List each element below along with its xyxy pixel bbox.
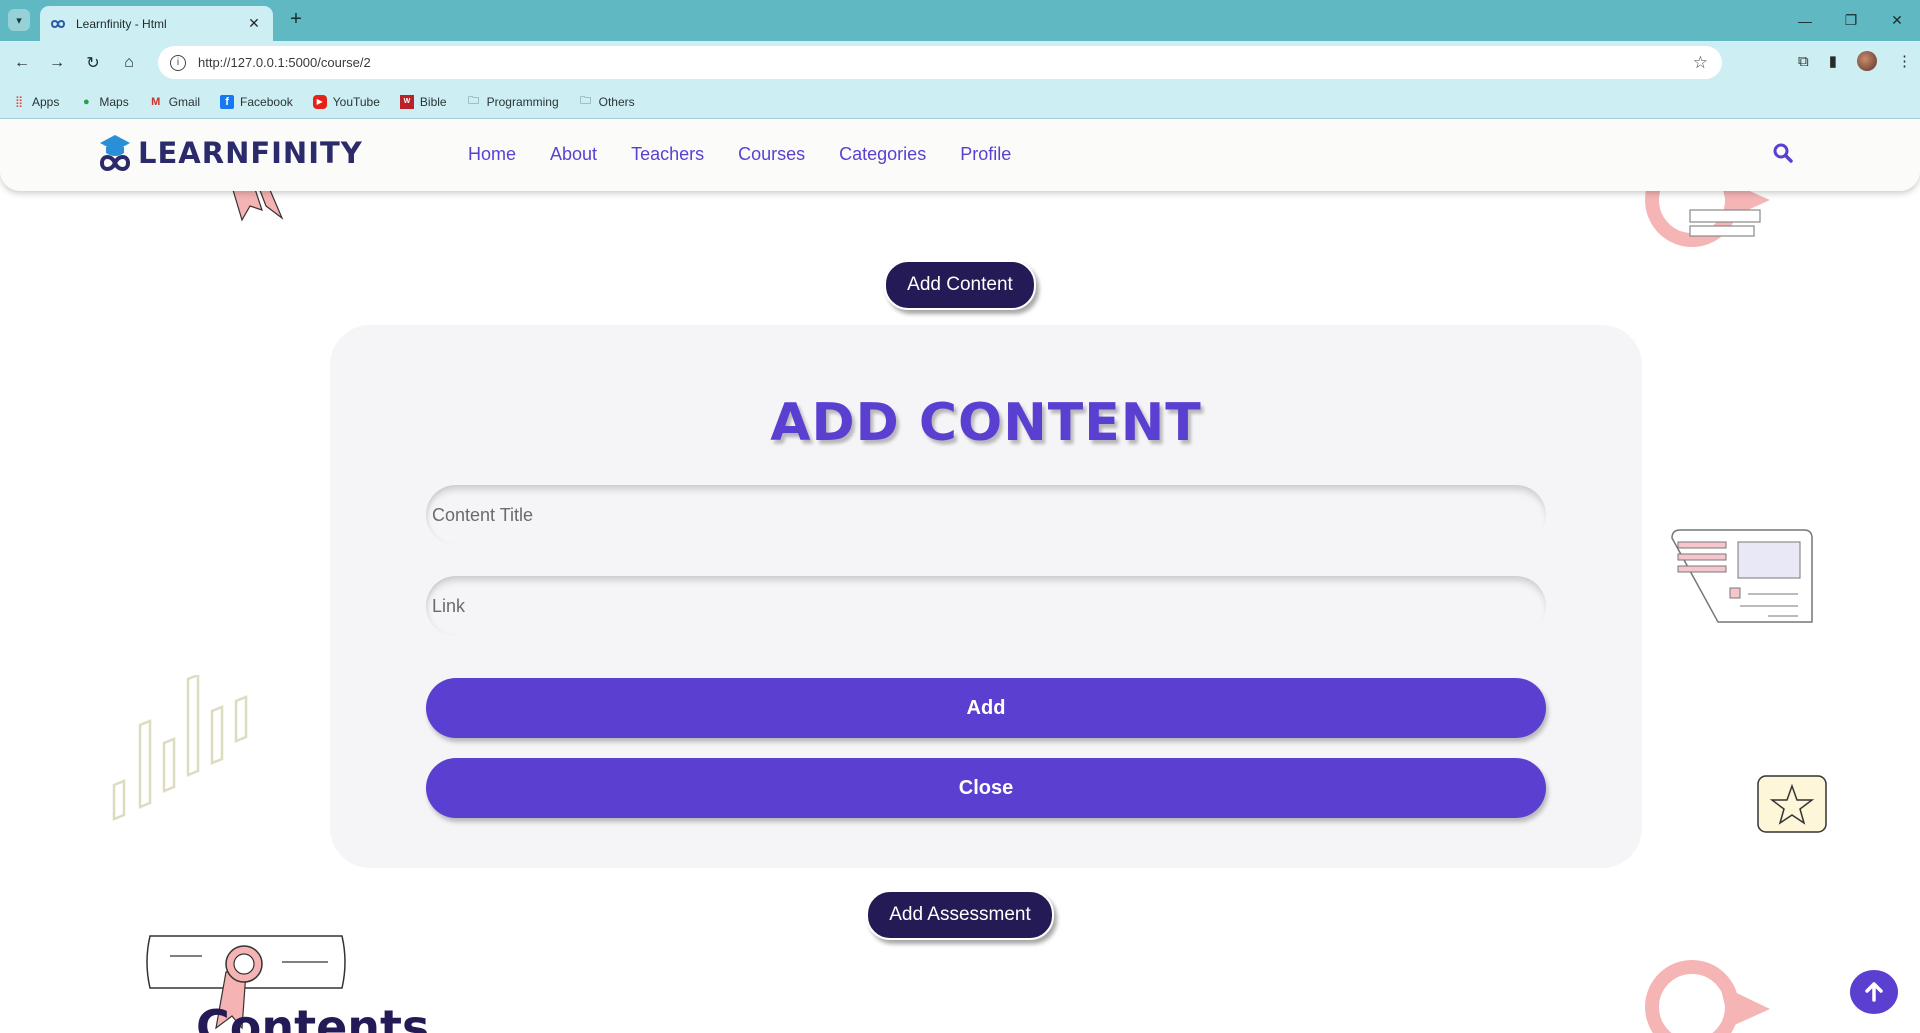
minimize-icon[interactable]: — xyxy=(1782,0,1828,41)
bar-graph-decoration-icon xyxy=(112,675,248,821)
form-title: ADD CONTENT xyxy=(770,393,1202,453)
side-panel-icon[interactable]: ▮ xyxy=(1829,52,1837,70)
close-button[interactable]: Close xyxy=(426,758,1546,818)
tab-close-icon[interactable]: ✕ xyxy=(245,15,263,32)
browser-tabstrip: ▾ Learnfinity - Html ✕ + — ❐ ✕ xyxy=(0,0,1920,41)
bible-icon: W xyxy=(399,94,414,109)
back-icon[interactable]: ← xyxy=(10,51,34,75)
folder-icon: 🗀 xyxy=(580,95,592,107)
new-tab-button[interactable]: + xyxy=(284,8,308,31)
bookmark-gmail[interactable]: M Gmail xyxy=(149,95,200,109)
nav-courses[interactable]: Courses xyxy=(738,144,805,165)
document-decoration-icon xyxy=(1671,529,1813,623)
forward-icon[interactable]: → xyxy=(45,51,69,75)
bookmark-label: Apps xyxy=(32,94,60,109)
bookmark-label: Gmail xyxy=(168,94,201,109)
restore-icon[interactable]: ❐ xyxy=(1828,0,1874,41)
star-card-decoration-icon xyxy=(1757,775,1827,833)
content-title-input[interactable] xyxy=(426,485,1546,545)
bookmark-others[interactable]: 🗀 Others xyxy=(579,95,635,109)
bookmark-label: Maps xyxy=(99,94,129,109)
add-content-form: ADD CONTENT Add Close xyxy=(330,325,1642,868)
bookmarks-bar: ⣿ Apps ● Maps M Gmail f Facebook ▶ YouTu… xyxy=(0,85,1920,119)
contents-heading: Contents xyxy=(196,1000,430,1033)
link-input[interactable] xyxy=(426,576,1546,636)
bookmark-label: Bible xyxy=(419,94,447,109)
profile-avatar[interactable] xyxy=(1857,51,1877,71)
chat-bubble-decoration-icon xyxy=(1645,960,1770,1033)
tab-search-button[interactable]: ▾ xyxy=(8,9,30,31)
scroll-to-top-button[interactable] xyxy=(1850,970,1898,1014)
browser-menu-icon[interactable]: ⋮ xyxy=(1897,52,1912,70)
bookmark-label: Programming xyxy=(486,94,559,109)
facebook-icon: f xyxy=(220,94,235,109)
bookmark-label: Facebook xyxy=(240,94,293,109)
browser-tab[interactable]: Learnfinity - Html ✕ xyxy=(40,6,273,41)
folder-icon: 🗀 xyxy=(468,95,480,107)
bookmark-bible[interactable]: W Bible xyxy=(399,94,447,109)
arrow-up-icon xyxy=(1865,982,1883,1002)
bookmark-youtube[interactable]: ▶ YouTube xyxy=(312,94,380,109)
maps-pin-icon: ● xyxy=(83,95,90,108)
nav-profile[interactable]: Profile xyxy=(960,144,1011,165)
bookmark-label: YouTube xyxy=(332,94,380,109)
home-icon[interactable]: ⌂ xyxy=(117,51,141,75)
browser-toolbar: ← → ↻ ⌂ i http://127.0.0.1:5000/course/2… xyxy=(0,41,1920,85)
bookmark-apps[interactable]: ⣿ Apps xyxy=(12,95,59,109)
bookmark-programming[interactable]: 🗀 Programming xyxy=(467,95,559,109)
search-icon[interactable] xyxy=(1772,142,1794,164)
add-content-button[interactable]: Add Content xyxy=(884,260,1036,310)
learnfinity-favicon-icon xyxy=(50,19,66,28)
address-url[interactable]: http://127.0.0.1:5000/course/2 xyxy=(198,55,1693,70)
tab-title: Learnfinity - Html xyxy=(76,16,167,31)
nav-home[interactable]: Home xyxy=(468,144,516,165)
site-header: LEARNFINITY Home About Teachers Courses … xyxy=(0,120,1920,191)
reload-icon[interactable]: ↻ xyxy=(81,51,105,75)
site-logo[interactable]: LEARNFINITY xyxy=(98,133,363,173)
apps-grid-icon: ⣿ xyxy=(14,96,24,108)
bookmark-star-icon[interactable]: ☆ xyxy=(1693,53,1708,73)
site-info-icon[interactable]: i xyxy=(170,54,186,71)
add-button[interactable]: Add xyxy=(426,678,1546,738)
gmail-icon: M xyxy=(151,95,161,108)
add-assessment-button[interactable]: Add Assessment xyxy=(866,890,1054,940)
extensions-icon[interactable]: ⧉ xyxy=(1798,53,1809,70)
nav-categories[interactable]: Categories xyxy=(839,144,926,165)
nav-about[interactable]: About xyxy=(550,144,597,165)
bookmark-facebook[interactable]: f Facebook xyxy=(220,94,293,109)
address-bar[interactable]: i http://127.0.0.1:5000/course/2 ☆ xyxy=(158,46,1722,79)
window-close-icon[interactable]: ✕ xyxy=(1874,0,1920,41)
graduation-cap-logo-icon xyxy=(99,135,131,171)
youtube-icon: ▶ xyxy=(312,94,327,109)
bookmark-label: Others xyxy=(598,94,635,109)
logo-wordmark: LEARNFINITY xyxy=(138,136,363,170)
nav-teachers[interactable]: Teachers xyxy=(631,144,704,165)
bookmark-maps[interactable]: ● Maps xyxy=(79,94,129,109)
page-viewport: LEARNFINITY Home About Teachers Courses … xyxy=(0,120,1920,1033)
